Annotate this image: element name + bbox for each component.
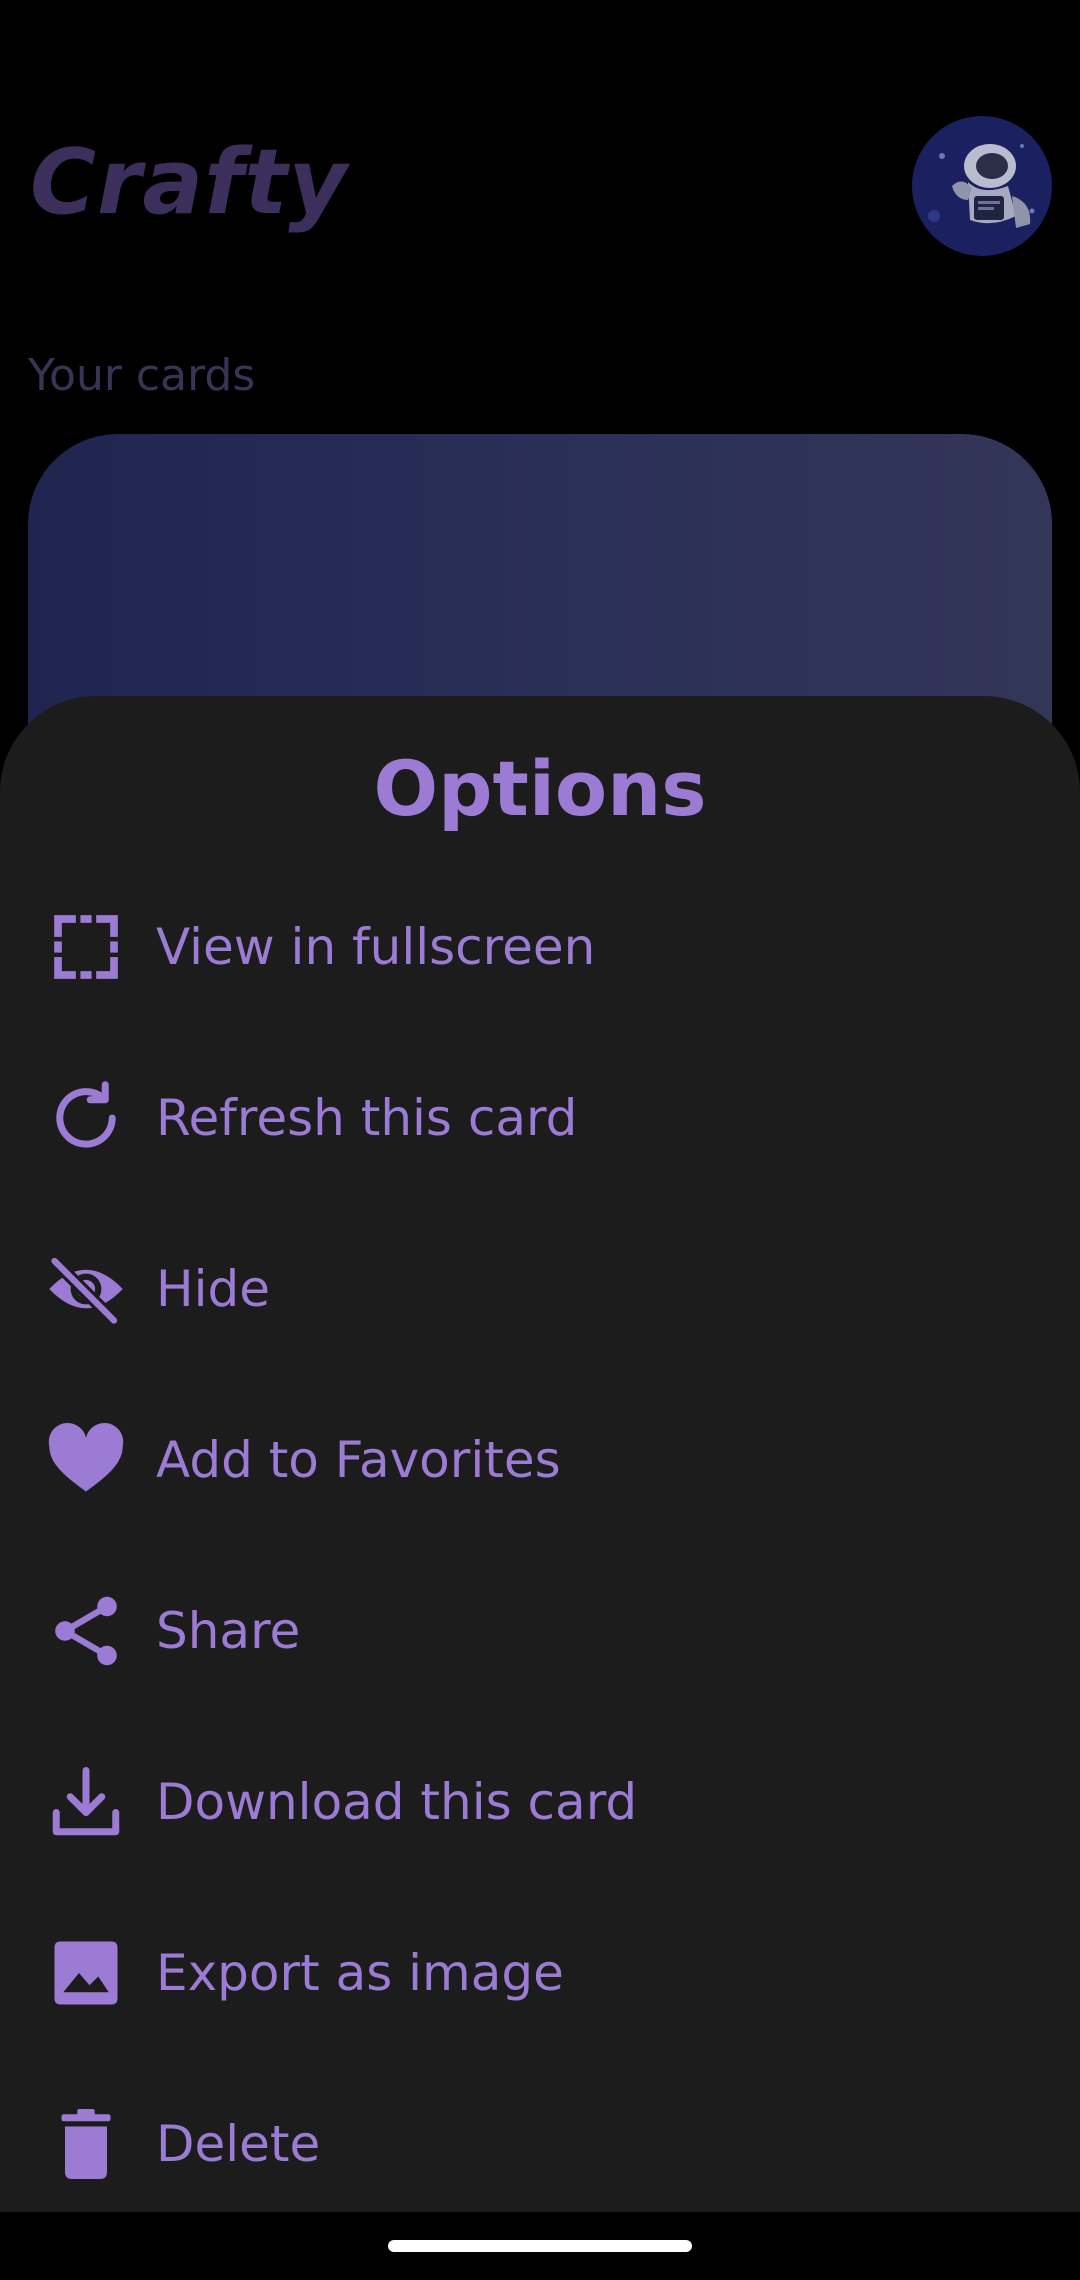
- eye-off-icon: [44, 1247, 128, 1331]
- option-label: Delete: [156, 2115, 321, 2173]
- download-icon: [44, 1760, 128, 1844]
- option-download-card[interactable]: Download this card: [0, 1727, 1080, 1877]
- share-icon: [44, 1589, 128, 1673]
- trash-icon: [44, 2102, 128, 2186]
- option-hide[interactable]: Hide: [0, 1214, 1080, 1364]
- option-label: Download this card: [156, 1773, 638, 1831]
- option-refresh-card[interactable]: Refresh this card: [0, 1043, 1080, 1193]
- option-label: View in fullscreen: [156, 918, 596, 976]
- fullscreen-icon: [44, 905, 128, 989]
- section-label-your-cards: Your cards: [28, 350, 256, 401]
- refresh-icon: [44, 1076, 128, 1160]
- avatar[interactable]: [912, 116, 1052, 256]
- app-title: Crafty: [30, 130, 349, 235]
- option-label: Refresh this card: [156, 1089, 578, 1147]
- option-label: Share: [156, 1602, 301, 1660]
- options-bottom-sheet: Options View in fullscreen Refresh this …: [0, 696, 1080, 2212]
- option-export-image[interactable]: Export as image: [0, 1898, 1080, 2048]
- home-indicator[interactable]: [388, 2240, 692, 2252]
- option-view-fullscreen[interactable]: View in fullscreen: [0, 872, 1080, 1022]
- astronaut-avatar-icon: [912, 116, 1052, 256]
- heart-icon: [44, 1418, 128, 1502]
- option-label: Export as image: [156, 1944, 564, 2002]
- option-share[interactable]: Share: [0, 1556, 1080, 1706]
- option-delete[interactable]: Delete: [0, 2069, 1080, 2219]
- app-screen: Crafty Your cards Options View in fullsc…: [0, 0, 1080, 2280]
- option-label: Hide: [156, 1260, 270, 1318]
- option-add-favorites[interactable]: Add to Favorites: [0, 1385, 1080, 1535]
- option-label: Add to Favorites: [156, 1431, 561, 1489]
- image-icon: [44, 1931, 128, 2015]
- sheet-title: Options: [373, 744, 707, 833]
